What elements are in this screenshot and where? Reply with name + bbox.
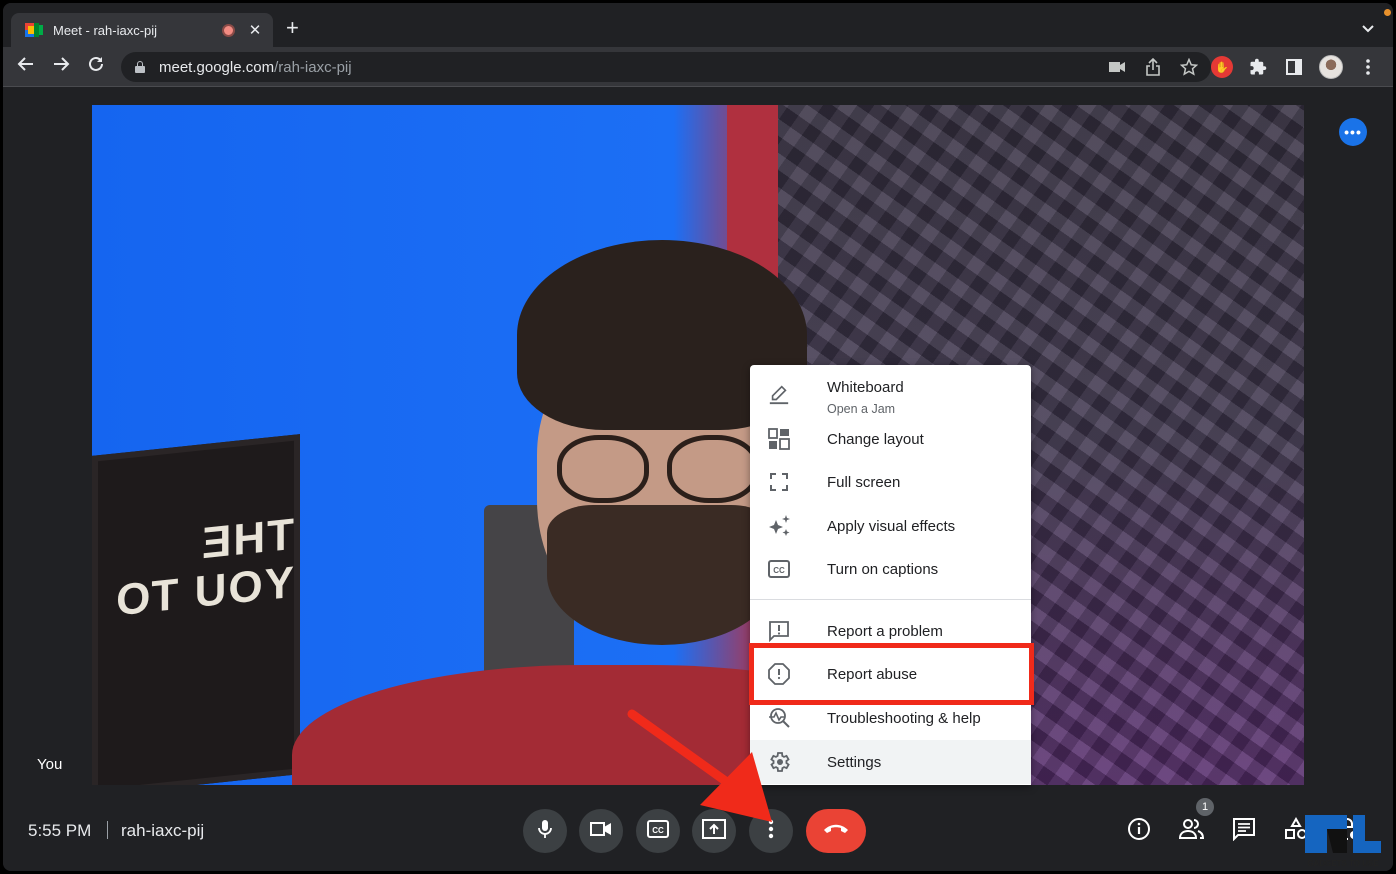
camera-button[interactable] (579, 809, 623, 853)
svg-text:CC: CC (773, 566, 785, 575)
info-icon (1127, 817, 1151, 846)
chat-icon (1232, 817, 1256, 846)
person-glasses (557, 435, 767, 505)
more-horizontal-icon[interactable]: ••• (1339, 118, 1367, 146)
captions-button[interactable]: CC (636, 809, 680, 853)
tab-strip: Meet - rah-iaxc-pij ✕ + (3, 3, 1393, 47)
tab-title: Meet - rah-iaxc-pij (53, 22, 158, 38)
close-icon[interactable]: ✕ (247, 21, 263, 39)
pencil-icon (766, 381, 792, 407)
feedback-icon (766, 618, 792, 644)
browser-toolbar: meet.google.com/rah-iaxc-pij ✋ (3, 47, 1393, 87)
self-video-tile: THE YOU TO (92, 105, 1304, 785)
fullscreen-icon (766, 469, 792, 495)
participant-count-badge: 1 (1196, 798, 1214, 816)
arrow-left-icon[interactable] (14, 55, 38, 79)
meet-stage: THE YOU TO You ••• Whiteboard Open a Jam (3, 88, 1393, 871)
puzzle-extensions-icon[interactable] (1247, 56, 1269, 78)
browser-window: Meet - rah-iaxc-pij ✕ + meet.google.com /… (3, 3, 1393, 871)
gadgets-to-use-logo: GADGETS TO USE (1303, 811, 1383, 871)
google-meet-icon (25, 23, 43, 37)
tab-meet[interactable]: Meet - rah-iaxc-pij ✕ (11, 13, 273, 47)
reload-icon[interactable] (84, 55, 108, 79)
menu-item-settings[interactable]: Settings (750, 740, 1031, 784)
meeting-time: 5:55 PM (28, 821, 92, 840)
report-icon (766, 661, 792, 687)
svg-text:GADGETS TO USE: GADGETS TO USE (1307, 859, 1379, 868)
menu-item-troubleshooting-help[interactable]: Troubleshooting & help (750, 696, 1031, 740)
menu-item-apply-visual-effects[interactable]: Apply visual effects (750, 504, 1031, 548)
url-host: meet.google.com (159, 58, 275, 76)
address-bar[interactable]: meet.google.com/rah-iaxc-pij (121, 52, 1211, 82)
menu-item-full-screen[interactable]: Full screen (750, 460, 1031, 504)
profile-avatar[interactable] (1319, 55, 1343, 79)
gear-icon (766, 749, 792, 775)
menu-item-change-layout[interactable]: Change layout (750, 417, 1031, 461)
hang-up-icon (823, 822, 849, 840)
plus-icon[interactable]: + (286, 17, 299, 39)
menu-item-turn-on-captions[interactable]: CC Turn on captions (750, 547, 1031, 591)
closed-captions-icon: CC (647, 819, 669, 843)
separator (107, 821, 108, 839)
wall-poster: THE YOU TO (92, 434, 300, 785)
closed-captions-icon: CC (766, 556, 792, 582)
microphone-icon (537, 819, 553, 844)
people-button[interactable] (1178, 817, 1206, 845)
self-name-label: You (37, 756, 63, 773)
svg-text:CC: CC (652, 826, 664, 835)
recording-dot-icon (222, 23, 235, 37)
layout-icon (766, 426, 792, 452)
url-path: /rah-iaxc-pij (274, 58, 352, 76)
chat-button[interactable] (1230, 817, 1258, 845)
menu-item-whiteboard[interactable]: Whiteboard Open a Jam (750, 367, 1031, 421)
menu-item-report-a-problem[interactable]: Report a problem (750, 609, 1031, 653)
present-button[interactable] (692, 809, 736, 853)
present-screen-icon (702, 818, 726, 844)
menu-divider (750, 599, 1031, 600)
side-panel-icon[interactable] (1283, 56, 1305, 78)
sparkle-icon (766, 513, 792, 539)
chevron-down-icon[interactable] (1361, 21, 1375, 37)
troubleshoot-icon (766, 705, 792, 731)
leave-call-button[interactable] (806, 809, 866, 853)
more-options-button[interactable] (749, 809, 793, 853)
share-icon[interactable] (1143, 57, 1163, 77)
adblock-hand-icon[interactable]: ✋ (1211, 56, 1233, 78)
bookmark-star-icon[interactable] (1179, 57, 1199, 77)
more-options-menu: Whiteboard Open a Jam Change layout Full… (750, 365, 1031, 785)
menu-item-report-abuse[interactable]: Report abuse (750, 652, 1031, 696)
meeting-details-button[interactable] (1125, 817, 1153, 845)
video-camera-icon (590, 821, 612, 842)
camera-in-use-icon[interactable] (1107, 57, 1127, 77)
more-vertical-icon (768, 819, 774, 844)
kebab-menu-icon[interactable] (1357, 56, 1379, 78)
update-indicator (1384, 9, 1391, 16)
meeting-code: rah-iaxc-pij (121, 821, 205, 840)
microphone-button[interactable] (523, 809, 567, 853)
arrow-right-icon[interactable] (49, 55, 73, 79)
lock-icon[interactable] (135, 61, 145, 73)
people-icon (1178, 818, 1205, 845)
